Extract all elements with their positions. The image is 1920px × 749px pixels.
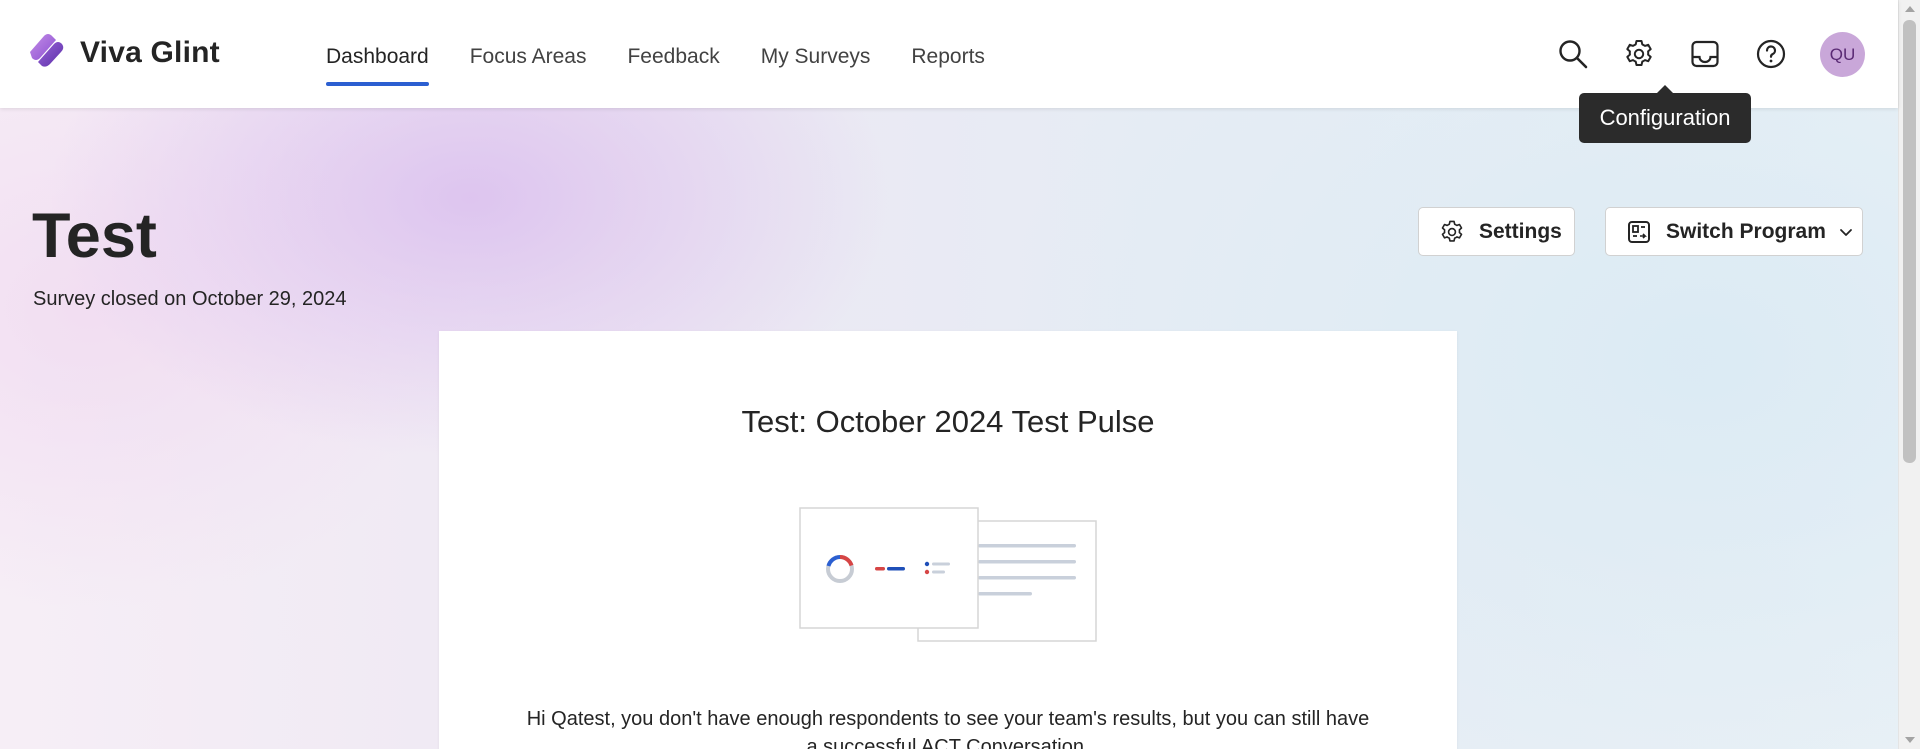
configuration-tooltip: Configuration [1579,85,1751,143]
switch-program-icon [1626,219,1652,245]
chevron-down-icon [1838,224,1854,240]
insufficient-respondents-message: Hi Qatest, you don't have enough respond… [526,708,1370,749]
settings-button-label: Settings [1479,219,1562,243]
gear-icon [1439,219,1465,245]
configuration-button[interactable] [1617,32,1661,76]
search-icon [1559,40,1588,69]
survey-card: Test: October 2024 Test Pulse Hi Qatest,… [439,331,1457,749]
nav-my-surveys[interactable]: My Surveys [761,0,871,108]
nav-dashboard[interactable]: Dashboard [326,0,429,108]
search-button[interactable] [1551,32,1595,76]
help-icon [1756,39,1786,69]
settings-button[interactable]: Settings [1418,207,1575,256]
scroll-up-arrow-icon[interactable] [1905,6,1915,12]
viva-glint-logo[interactable] [26,30,66,70]
page-title: Test [32,201,157,271]
gear-icon [1626,40,1652,66]
user-avatar[interactable]: QU [1820,32,1865,77]
nav-reports[interactable]: Reports [911,0,985,108]
survey-closed-date: Survey closed on October 29, 2024 [33,288,347,310]
nav-feedback[interactable]: Feedback [627,0,719,108]
scroll-thumb[interactable] [1903,20,1916,463]
main-nav: Dashboard Focus Areas Feedback My Survey… [326,0,1026,108]
dashboard-content: Test Survey closed on October 29, 2024 S… [0,108,1898,749]
inbox-icon [1691,40,1719,68]
survey-title: Test: October 2024 Test Pulse [741,404,1155,439]
help-button[interactable] [1749,32,1793,76]
report-illustration [799,507,1097,642]
switch-program-button[interactable]: Switch Program [1605,207,1863,256]
scroll-down-arrow-icon[interactable] [1905,737,1915,743]
nav-focus-areas[interactable]: Focus Areas [470,0,587,108]
switch-program-label: Switch Program [1666,219,1826,243]
inbox-button[interactable] [1683,32,1727,76]
brand-name: Viva Glint [80,36,220,69]
top-navigation-bar: Viva Glint Dashboard Focus Areas Feedbac… [0,0,1898,108]
page-scrollbar[interactable] [1898,0,1920,749]
